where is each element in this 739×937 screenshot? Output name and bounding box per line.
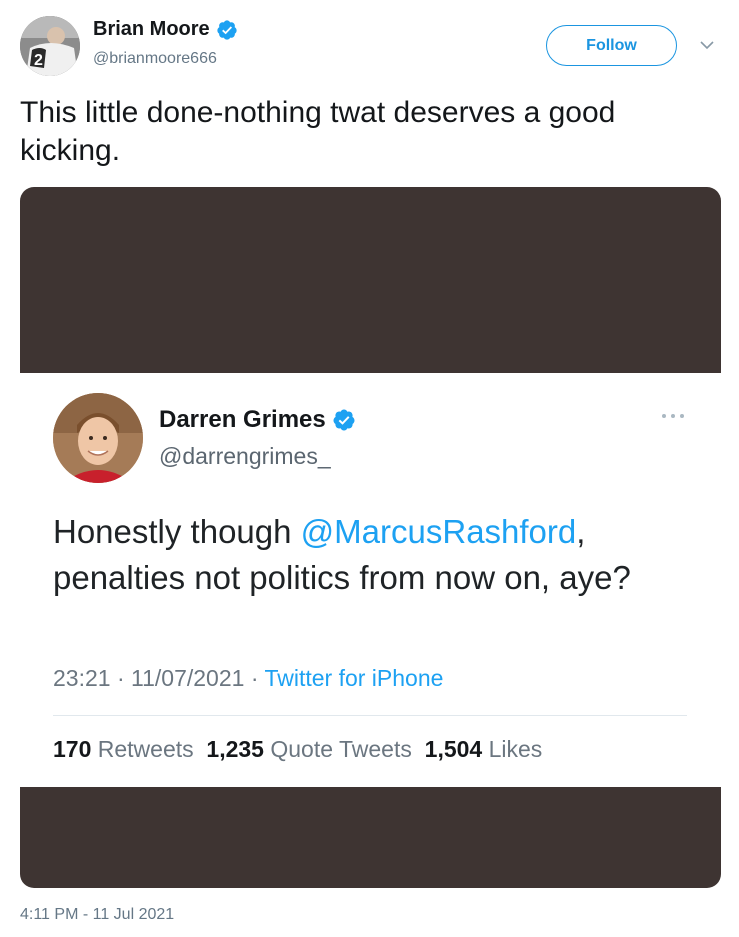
quoted-screenshot-card: Darren Grimes @darrengrimes_ Honestly th…: [20, 373, 721, 787]
avatar-photo-icon: 2: [20, 16, 80, 76]
follow-button[interactable]: Follow: [546, 25, 677, 66]
likes-count: 1,504: [424, 736, 483, 762]
author-avatar[interactable]: 2: [20, 16, 80, 76]
quoted-meta: 23:21 · 11/07/2021 · Twitter for iPhone: [53, 665, 443, 692]
quoted-tweet-text: Honestly though @MarcusRashford, penalti…: [53, 509, 693, 601]
face-photo-icon: [53, 393, 143, 483]
retweets-label: Retweets: [97, 736, 194, 762]
quoted-avatar: [53, 393, 143, 483]
quoted-divider: [53, 715, 687, 716]
author-display-name[interactable]: Brian Moore: [93, 18, 210, 41]
svg-text:2: 2: [34, 52, 43, 69]
author-name-row: Brian Moore: [93, 18, 238, 41]
quoted-date: 11/07/2021: [131, 665, 245, 691]
quoted-handle: @darrengrimes_: [159, 443, 331, 469]
meta-separator: ·: [250, 665, 265, 691]
quote-tweets-label: Quote Tweets: [270, 736, 412, 762]
verified-badge-icon: [217, 19, 237, 40]
meta-separator: ·: [116, 665, 132, 691]
quoted-stats: 170 Retweets 1,235 Quote Tweets 1,504 Li…: [53, 736, 542, 763]
tweet-timestamp[interactable]: 4:11 PM - 11 Jul 2021: [20, 906, 174, 924]
quoted-name-row: Darren Grimes: [159, 406, 356, 434]
retweets-count: 170: [53, 736, 92, 762]
quoted-display-name: Darren Grimes: [159, 406, 326, 433]
tweet-media-image[interactable]: Darren Grimes @darrengrimes_ Honestly th…: [20, 187, 721, 888]
chevron-down-icon[interactable]: [698, 38, 716, 52]
author-handle[interactable]: @brianmoore666: [93, 50, 217, 68]
quoted-source: Twitter for iPhone: [264, 665, 444, 691]
likes-label: Likes: [488, 736, 543, 762]
verified-badge-icon: [333, 409, 355, 431]
quote-tweets-count: 1,235: [206, 736, 264, 762]
quoted-time: 23:21: [53, 665, 111, 691]
tweet-card: 2 Brian Moore @brianmoore666 Follow This…: [0, 0, 739, 937]
more-options-icon: [662, 414, 684, 418]
tweet-text: This little done-nothing twat deserves a…: [20, 96, 616, 167]
quoted-text-start: Honestly though: [53, 513, 301, 550]
quoted-mention: @MarcusRashford: [300, 513, 577, 550]
